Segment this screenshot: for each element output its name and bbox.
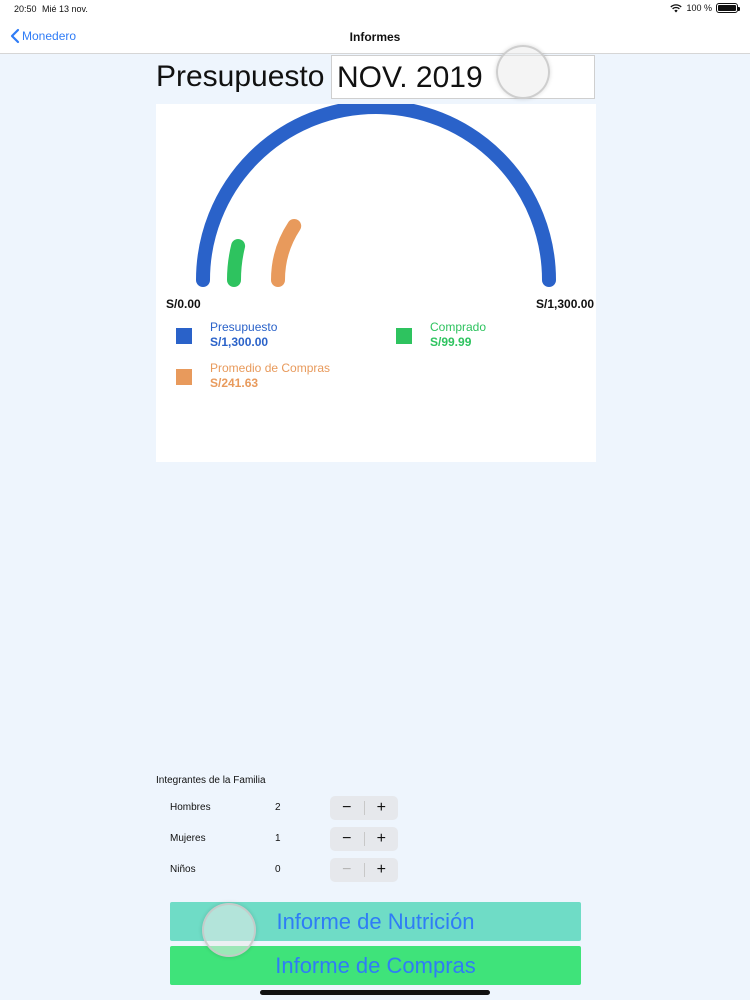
budget-title: Presupuesto — [156, 60, 325, 93]
legend-presupuesto: Presupuesto S/1,300.00 — [176, 320, 277, 349]
family-row-count: 0 — [275, 864, 281, 875]
legend-value-presupuesto: S/1,300.00 — [210, 335, 269, 349]
ninos-stepper: − + — [330, 858, 398, 882]
family-row-label: Hombres — [170, 802, 211, 813]
family-row-count: 1 — [275, 833, 281, 844]
family-title: Integrantes de la Familia — [156, 775, 266, 786]
legend-swatch-comprado — [396, 328, 412, 344]
status-time: 20:50 — [14, 4, 37, 14]
touch-indicator — [496, 45, 550, 99]
gauge-min-label: S/0.00 — [166, 297, 201, 311]
budget-gauge — [196, 104, 556, 287]
legend-comprado: Comprado S/99.99 — [396, 320, 486, 349]
legend-value-comprado: S/99.99 — [430, 335, 472, 349]
decrement-button[interactable]: − — [330, 796, 364, 820]
family-row-hombres: Hombres 2 − + — [170, 796, 400, 820]
family-row-mujeres: Mujeres 1 − + — [170, 827, 400, 851]
home-indicator — [260, 990, 490, 995]
wifi-icon — [670, 3, 683, 12]
gauge-presupuesto-arc — [196, 104, 556, 287]
gauge-promedio-arc — [270, 219, 302, 287]
family-row-ninos: Niños 0 − + — [170, 858, 400, 882]
family-row-label: Mujeres — [170, 833, 206, 844]
gauge-comprado-arc — [226, 239, 246, 287]
legend-swatch-promedio — [176, 369, 192, 385]
legend-swatch-presupuesto — [176, 328, 192, 344]
legend-label-comprado: Comprado — [430, 320, 487, 334]
hombres-stepper: − + — [330, 796, 398, 820]
legend-label-presupuesto: Presupuesto — [210, 320, 278, 334]
page-title: Informes — [349, 30, 401, 44]
legend-label-promedio: Promedio de Compras — [210, 361, 331, 375]
decrement-button[interactable]: − — [330, 858, 364, 882]
family-row-count: 2 — [275, 802, 281, 813]
status-right: 100 % — [670, 3, 740, 13]
status-date: Mié 13 nov. — [42, 4, 88, 14]
month-field[interactable]: NOV. 2019 — [331, 55, 595, 99]
increment-button[interactable]: + — [364, 796, 398, 820]
nav-bar: Monedero Informes — [0, 20, 750, 54]
legend-value-promedio: S/241.63 — [210, 376, 259, 390]
battery-icon — [716, 3, 740, 13]
increment-button[interactable]: + — [364, 858, 398, 882]
mujeres-stepper: − + — [330, 827, 398, 851]
status-bar: 20:50 Mié 13 nov. 100 % — [0, 0, 750, 20]
legend-promedio: Promedio de Compras S/241.63 — [176, 361, 330, 390]
budget-chart-card: S/0.00 S/1,300.00 Presupuesto S/1,300.00… — [156, 104, 596, 462]
battery-percent: 100 % — [686, 3, 712, 13]
touch-indicator — [202, 903, 256, 957]
family-row-label: Niños — [170, 864, 196, 875]
decrement-button[interactable]: − — [330, 827, 364, 851]
gauge-max-label: S/1,300.00 — [536, 297, 595, 311]
increment-button[interactable]: + — [364, 827, 398, 851]
